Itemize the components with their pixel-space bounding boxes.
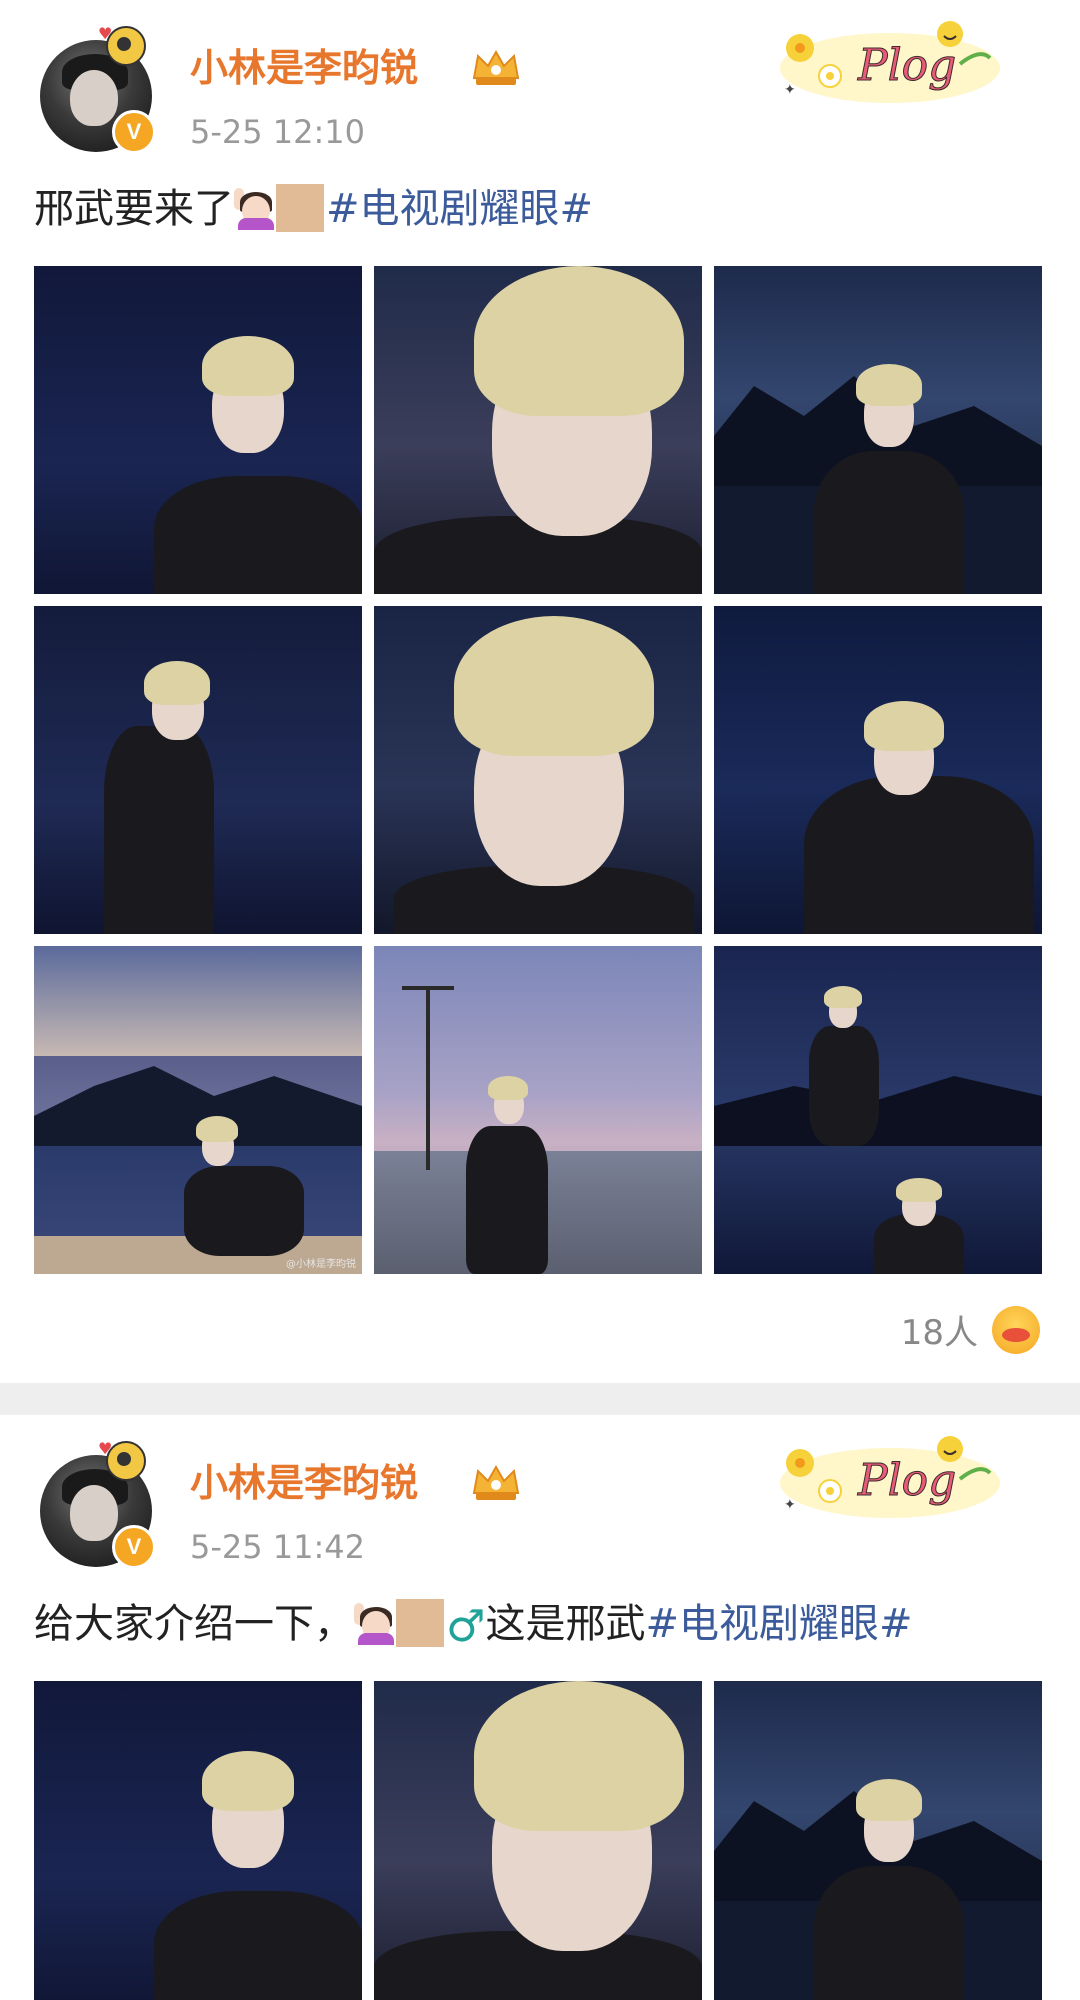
skin-tone-icon [396, 1599, 444, 1647]
avatar[interactable]: ♥ V [40, 1439, 156, 1569]
weibo-post: ♥ V 小林是李昀锐 5-25 12:10 Plog ✦ 邢武要来了 #电视剧耀眼… [0, 0, 1080, 1383]
crown-icon [472, 1464, 520, 1500]
plog-sticker-icon: Plog ✦ [780, 1436, 1000, 1518]
reaction-count: 18人 [900, 1313, 978, 1353]
verified-badge-icon: V [112, 110, 156, 154]
plog-sticker-icon: Plog ✦ [780, 21, 1000, 103]
username[interactable]: 小林是李昀锐 [190, 1458, 418, 1508]
post-text: 给大家介绍一下， ♂这是邢武#电视剧耀眼# [34, 1599, 913, 1652]
photo-thumbnail[interactable] [714, 1681, 1042, 2000]
svg-text:Plog: Plog [857, 40, 956, 91]
photo-thumbnail[interactable] [374, 946, 702, 1274]
crown-icon [472, 49, 520, 85]
photo-thumbnail[interactable] [34, 1681, 362, 2000]
skin-tone-icon [276, 184, 324, 232]
watermark: @小林是李昀锐 [286, 1259, 356, 1270]
photo-grid [34, 1681, 1044, 2000]
heart-icon: ♥ [98, 1439, 113, 1458]
woman-raising-hand-emoji-icon [234, 186, 274, 230]
reaction-emoji-icon[interactable] [992, 1305, 1040, 1354]
username[interactable]: 小林是李昀锐 [190, 43, 418, 93]
male-sign-icon: ♂ [446, 1601, 486, 1652]
hashtag-link[interactable]: #电视剧耀眼# [326, 186, 593, 232]
photo-thumbnail[interactable] [374, 606, 702, 934]
woman-raising-hand-emoji-icon [354, 1601, 394, 1645]
photo-thumbnail[interactable] [374, 1681, 702, 2000]
avatar[interactable]: ♥ V [40, 24, 156, 154]
photo-grid: @小林是李昀锐 [34, 266, 1044, 1274]
photo-thumbnail[interactable] [714, 266, 1042, 594]
photo-thumbnail[interactable] [714, 606, 1042, 934]
reactions-bar[interactable]: 18人 [901, 1305, 1040, 1354]
post-divider [0, 1383, 1080, 1415]
heart-icon: ♥ [98, 24, 113, 43]
post-text: 邢武要来了 #电视剧耀眼# [34, 184, 594, 232]
svg-text:✦: ✦ [784, 82, 796, 98]
weibo-post: ♥ V 小林是李昀锐 5-25 11:42 Plog ✦ 给大家介绍一下， ♂这是… [0, 1415, 1080, 2000]
photo-thumbnail[interactable] [374, 266, 702, 594]
photo-thumbnail[interactable] [34, 266, 362, 594]
svg-text:✦: ✦ [784, 1497, 796, 1513]
verified-badge-icon: V [112, 1525, 156, 1569]
photo-thumbnail[interactable] [34, 606, 362, 934]
photo-thumbnail[interactable] [714, 946, 1042, 1274]
post-timestamp: 5-25 11:42 [190, 1528, 366, 1566]
hashtag-link[interactable]: #电视剧耀眼# [645, 1601, 912, 1647]
post-timestamp: 5-25 12:10 [190, 113, 366, 151]
photo-thumbnail[interactable]: @小林是李昀锐 [34, 946, 362, 1274]
svg-text:Plog: Plog [857, 1455, 956, 1506]
